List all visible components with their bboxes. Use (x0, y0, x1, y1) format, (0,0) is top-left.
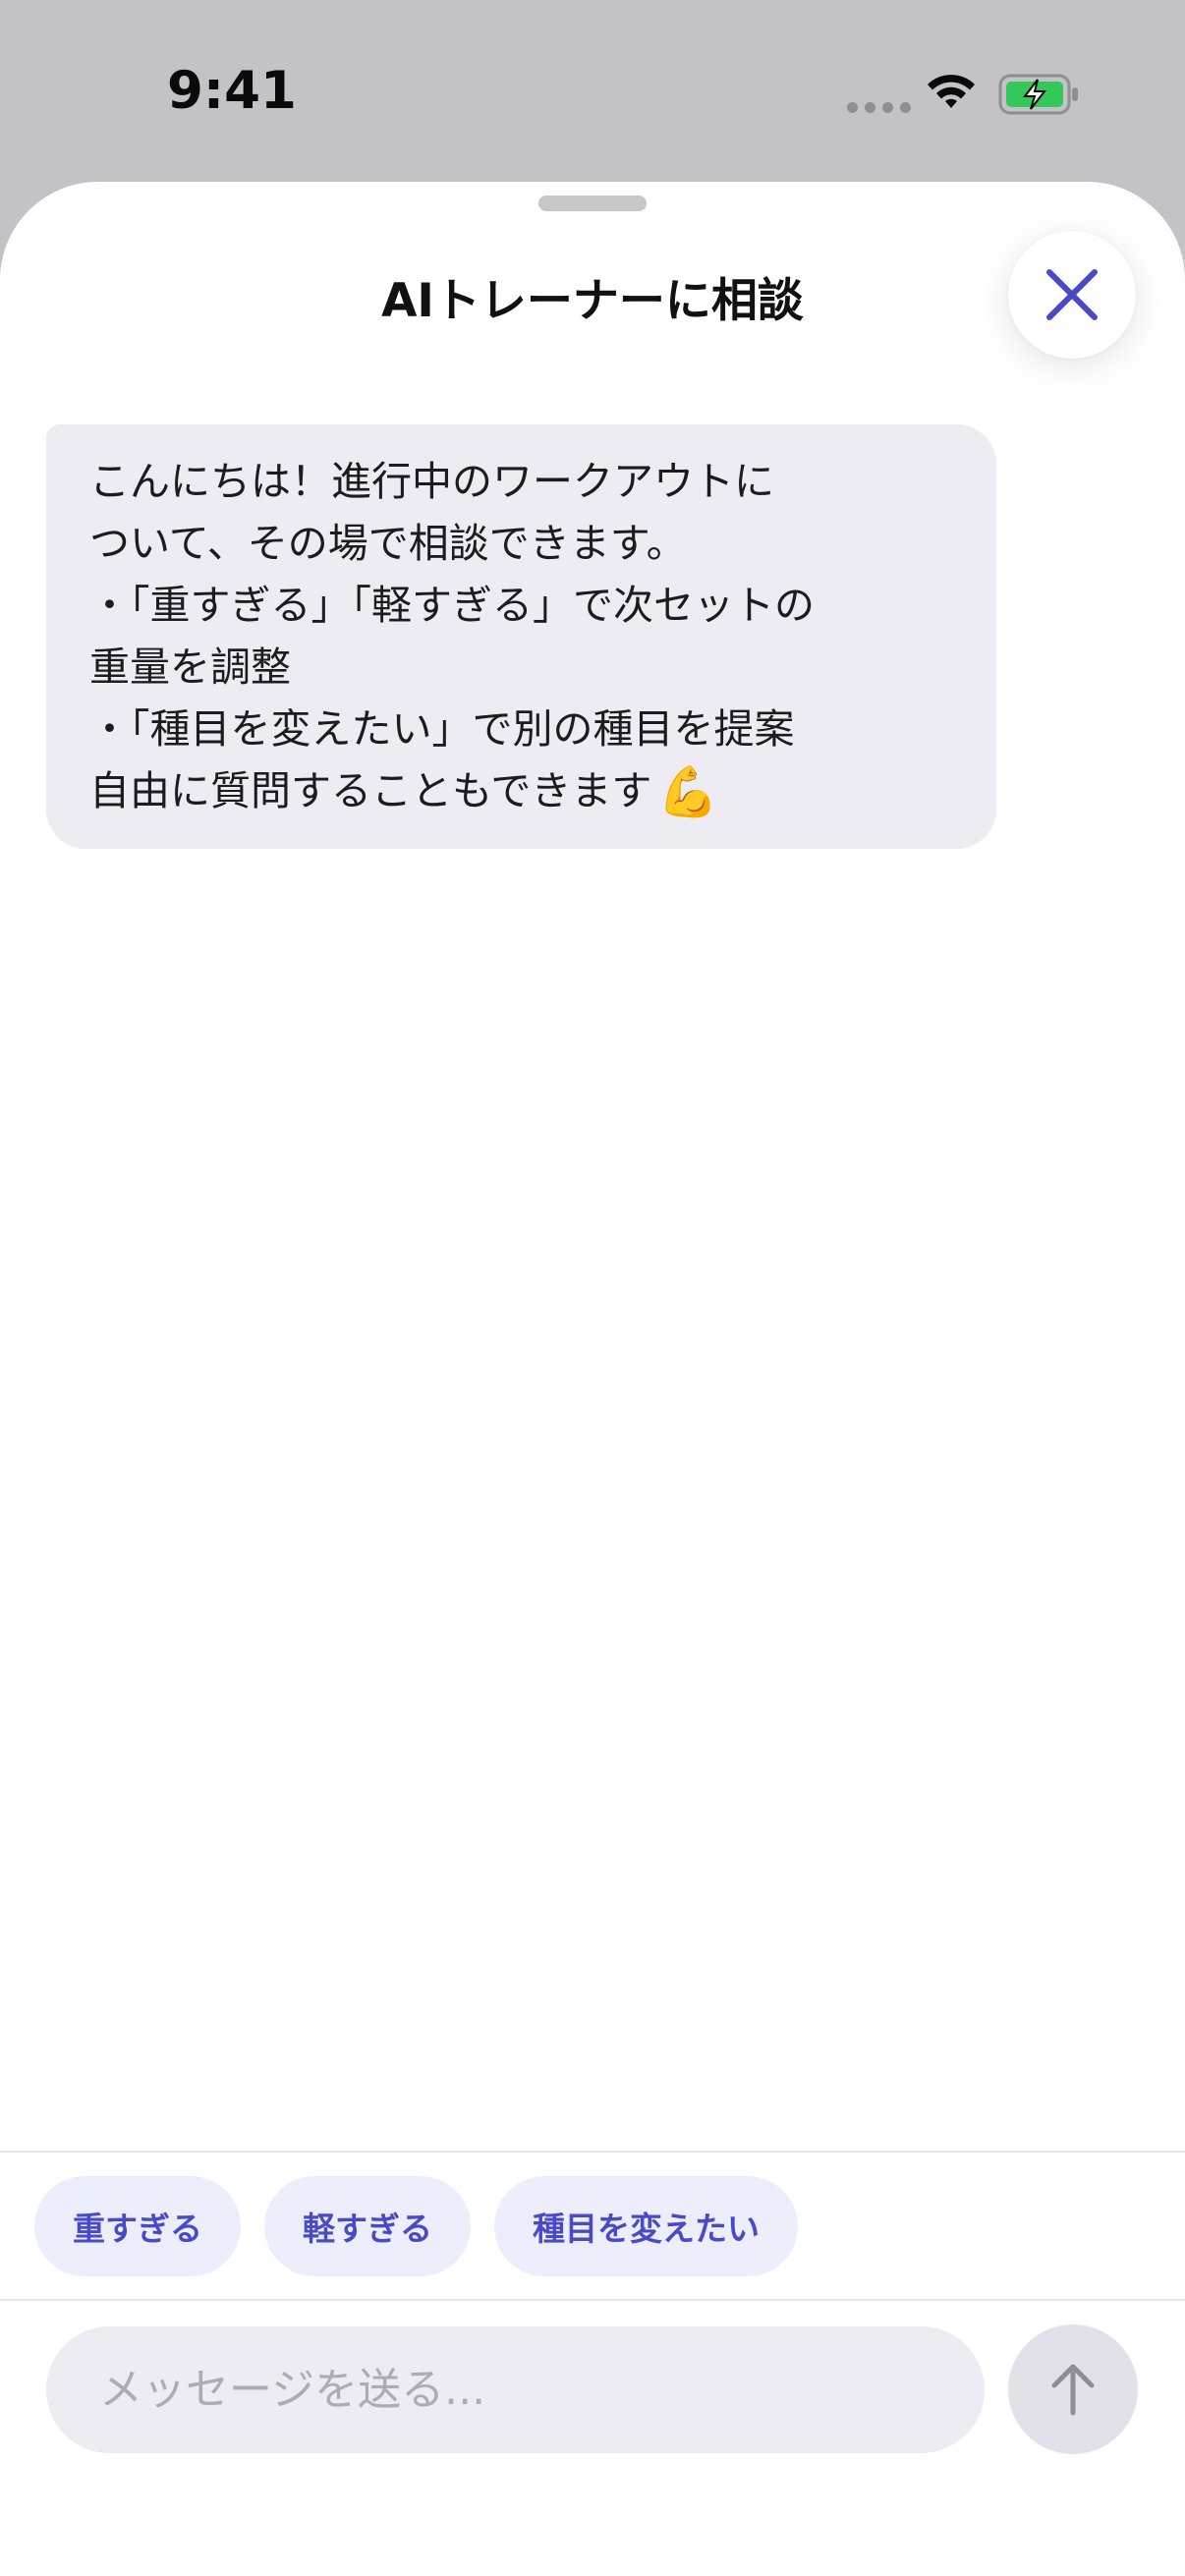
message-line: ・「種目を変えたい」で別の種目を提案 (89, 705, 795, 753)
quick-reply-change-exercise[interactable]: 種目を変えたい (494, 2176, 798, 2276)
composer-top-divider (0, 2299, 1185, 2301)
message-line: ついて、その場で相談できます。 (89, 520, 687, 567)
message-line-last: 自由に質問することもできます 💪 (89, 760, 967, 823)
battery-charging-icon (998, 74, 1078, 115)
wifi-icon (928, 75, 975, 108)
assistant-message-bubble: こんにちは！進行中のワークアウトに ついて、その場で相談できます。 ・「重すぎる… (46, 424, 996, 849)
quick-replies: 重すぎる 軽すぎる 種目を変えたい (34, 2176, 798, 2276)
status-bar: 9:41 (0, 0, 1185, 182)
close-icon (1046, 269, 1098, 320)
flexed-biceps-emoji: 💪 (657, 763, 719, 820)
quick-reply-too-heavy[interactable]: 重すぎる (34, 2176, 241, 2276)
message-line-text: 自由に質問することもできます (89, 767, 652, 814)
quick-reply-too-light[interactable]: 軽すぎる (264, 2176, 471, 2276)
message-input-container[interactable] (46, 2326, 985, 2453)
message-line: 重量を調整 (89, 644, 291, 691)
status-time: 9:41 (167, 61, 297, 121)
close-button[interactable] (1008, 231, 1136, 359)
message-input[interactable] (97, 2364, 946, 2416)
sheet-grabber[interactable] (538, 196, 647, 211)
quick-reply-top-divider (0, 2151, 1185, 2153)
cellular-signal-icon (847, 102, 911, 113)
send-button[interactable] (1008, 2324, 1138, 2454)
message-line: こんにちは！進行中のワークアウトに (89, 458, 774, 505)
arrow-up-icon (1051, 2364, 1095, 2416)
message-line: ・「重すぎる」「軽すぎる」で次セットの (89, 582, 815, 629)
